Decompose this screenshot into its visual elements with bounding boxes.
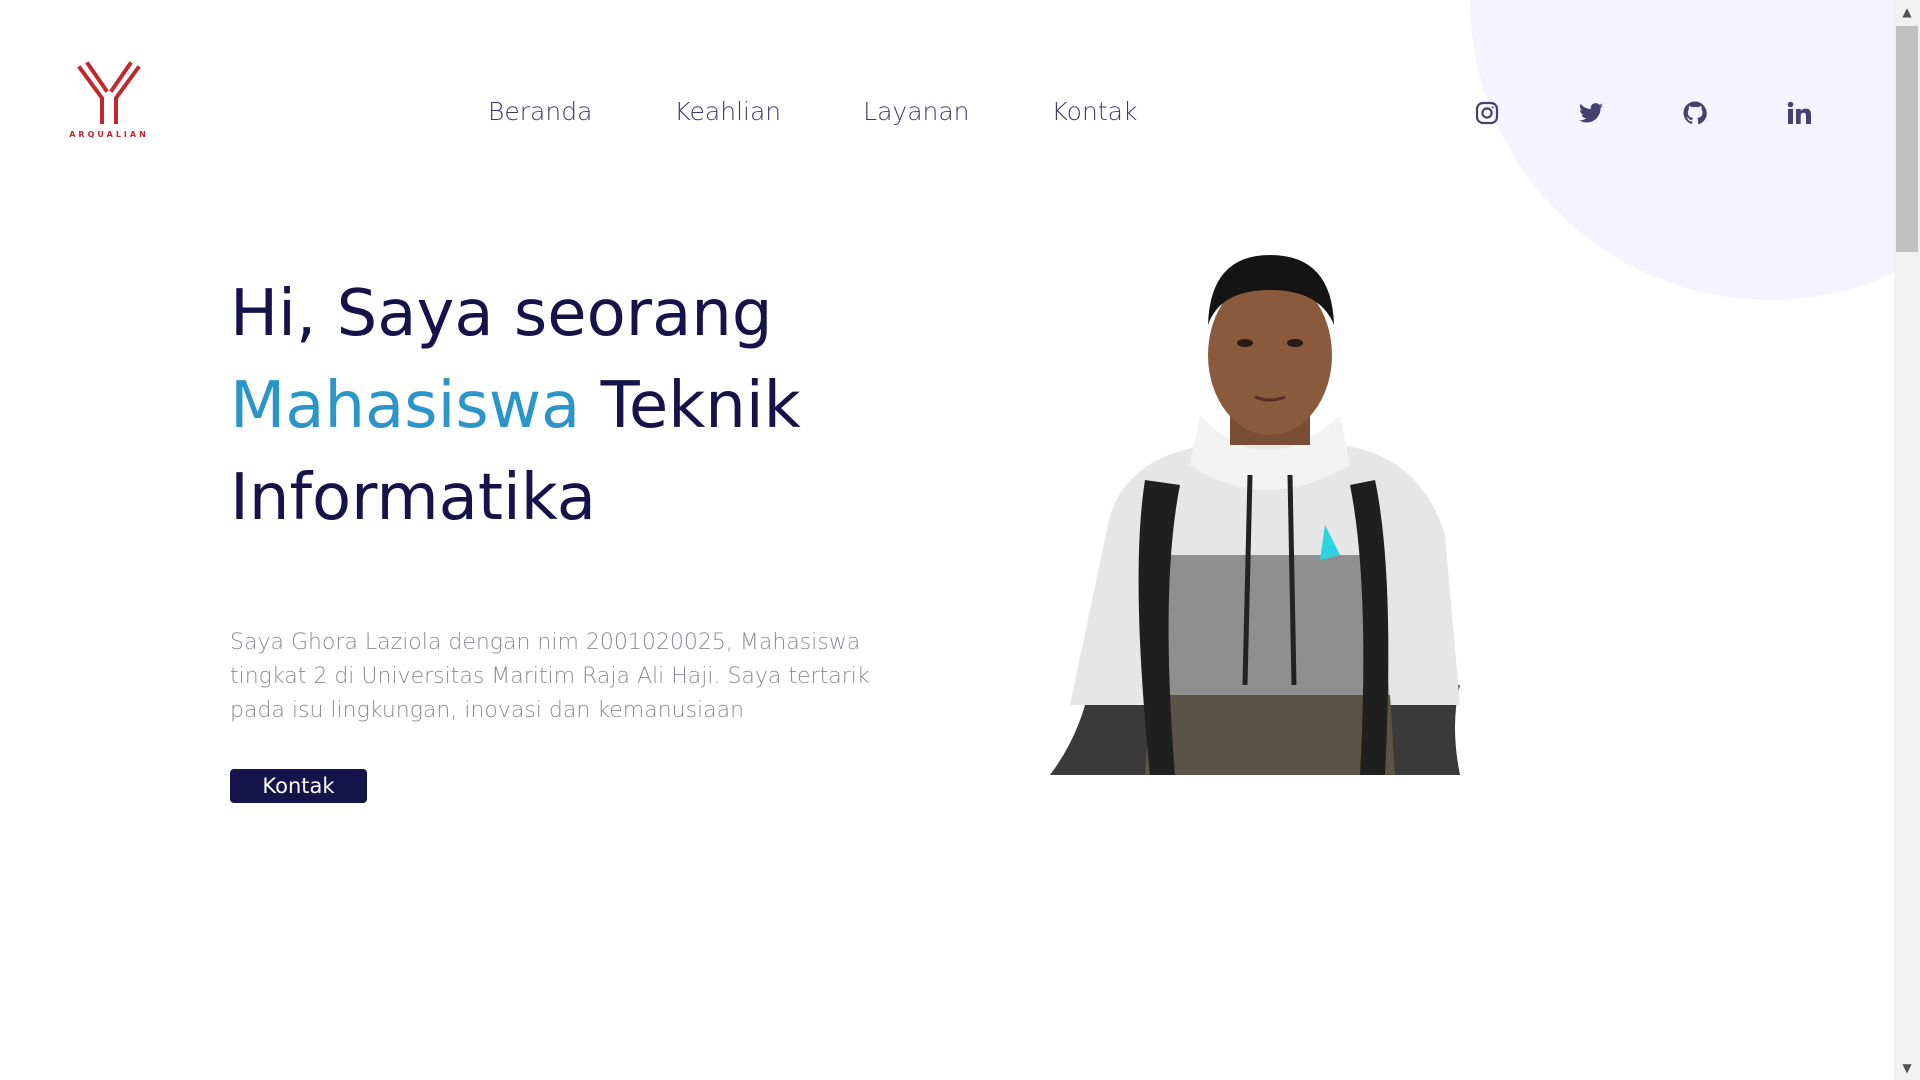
instagram-icon[interactable] [1472, 98, 1502, 128]
main-nav: Beranda Keahlian Layanan Kontak [488, 94, 1219, 130]
nav-beranda[interactable]: Beranda [488, 94, 592, 130]
github-icon[interactable] [1680, 98, 1710, 128]
twitter-icon[interactable] [1576, 98, 1606, 128]
hero-title: Hi, Saya seorang Mahasiswa Teknik Inform… [230, 268, 950, 544]
page: ARQUALIAN Beranda Keahlian Layanan Konta… [0, 0, 1920, 1080]
profile-photo [1050, 255, 1460, 775]
hero-description: Saya Ghora Laziola dengan nim 2001020025… [230, 630, 870, 723]
linkedin-icon[interactable] [1784, 98, 1814, 128]
social-links [1472, 98, 1888, 128]
brand-name: ARQUALIAN [69, 130, 149, 139]
decorative-circle [1470, 0, 1920, 300]
brand-logo[interactable]: ARQUALIAN [66, 60, 152, 144]
scroll-down-icon[interactable]: ▼ [1894, 1058, 1920, 1078]
nav-kontak[interactable]: Kontak [1052, 94, 1138, 130]
nav-layanan[interactable]: Layanan [863, 94, 969, 130]
logo-mark-icon [77, 61, 141, 124]
nav-keahlian[interactable]: Keahlian [674, 94, 781, 130]
hero-title-accent: Mahasiswa [230, 369, 581, 443]
scroll-up-icon[interactable]: ▲ [1894, 2, 1920, 22]
hero-title-part1: Hi, Saya seorang [230, 277, 773, 351]
contact-button[interactable]: Kontak [230, 769, 367, 803]
vertical-scrollbar[interactable]: ▲ ▼ [1894, 0, 1920, 1080]
scroll-thumb[interactable] [1896, 26, 1918, 252]
